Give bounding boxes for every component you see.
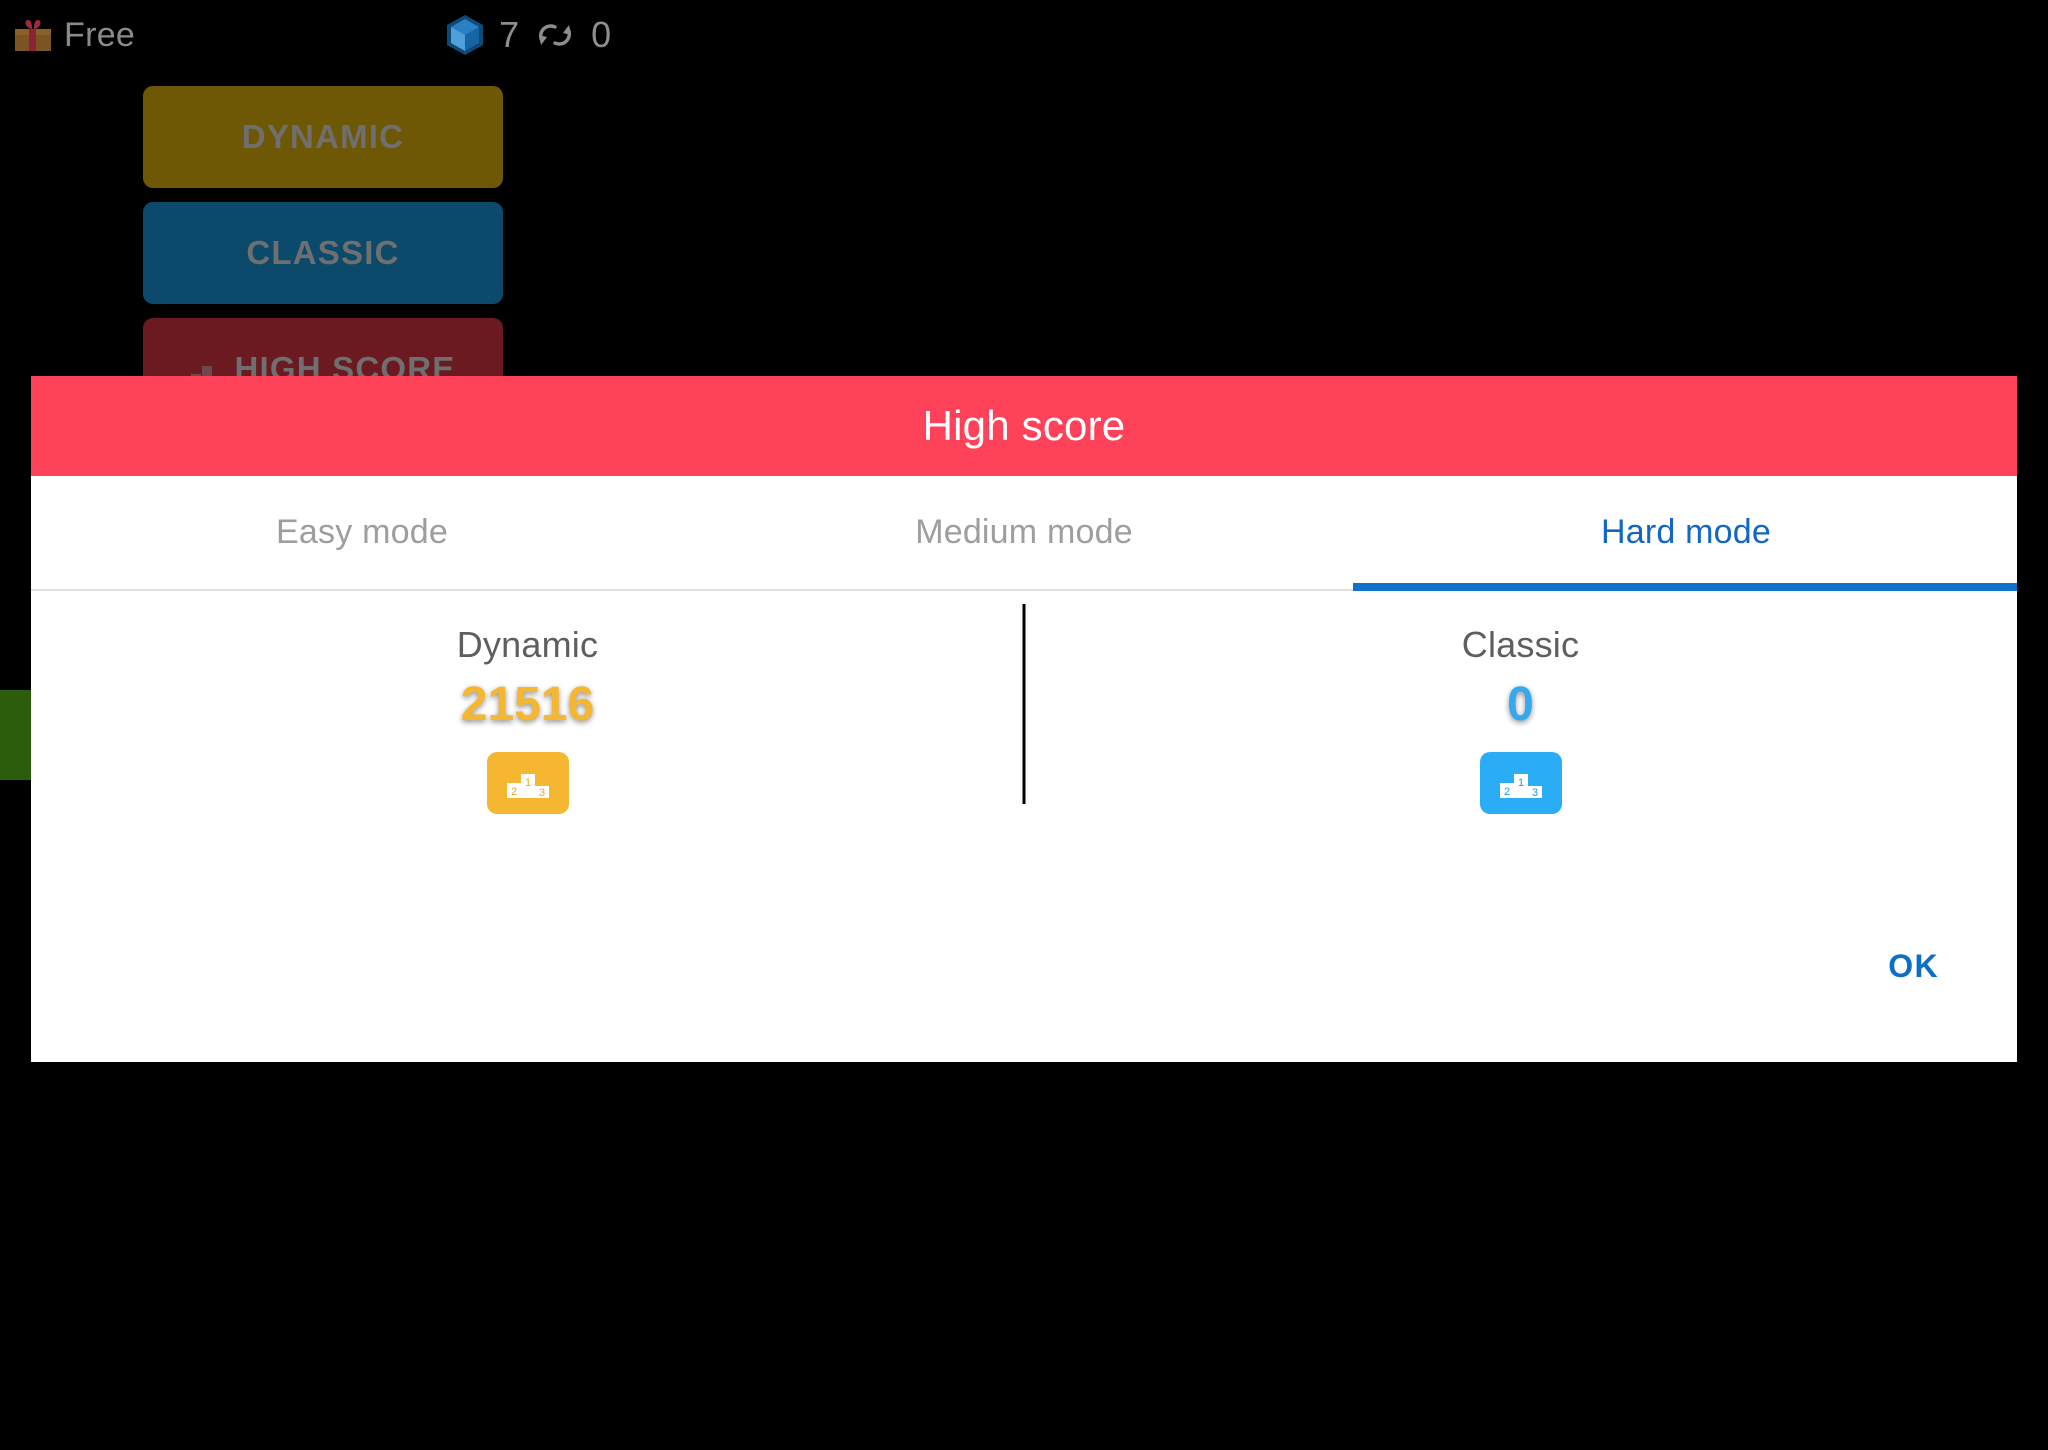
dynamic-button[interactable]: DYNAMIC <box>143 86 503 188</box>
tab-medium-mode[interactable]: Medium mode <box>693 476 1355 589</box>
app-root: Free 7 0 DYNAMIC CLASSIC HIGH SCORE High… <box>0 0 2048 1450</box>
podium-icon: 2 1 3 <box>1498 766 1544 800</box>
podium-icon: 2 1 3 <box>505 766 551 800</box>
svg-text:2: 2 <box>510 786 516 798</box>
sync-count: 0 <box>591 14 612 55</box>
classic-score-label: Classic <box>1461 624 1580 665</box>
gift-icon <box>14 18 52 52</box>
active-tab-indicator <box>1353 583 2017 591</box>
svg-text:1: 1 <box>524 777 530 789</box>
classic-leaderboard-button[interactable]: 2 1 3 <box>1479 752 1562 814</box>
classic-score-value: 0 <box>1507 678 1534 731</box>
score-panel: Dynamic 21516 2 1 3 Classic 0 2 1 3 <box>31 591 2017 921</box>
tab-hard-mode[interactable]: Hard mode <box>1355 476 2017 589</box>
dynamic-score-value: 21516 <box>460 678 595 731</box>
dialog-actions: OK <box>31 921 2017 1011</box>
sync-refresh-icon <box>533 15 577 55</box>
classic-button[interactable]: CLASSIC <box>143 202 503 304</box>
gem-icon <box>445 14 485 56</box>
svg-text:3: 3 <box>538 787 544 799</box>
ok-button[interactable]: OK <box>1888 948 1939 985</box>
currency-area: 7 0 <box>445 14 611 56</box>
dialog-title: High score <box>922 402 1126 449</box>
column-divider <box>1022 604 1026 804</box>
free-label: Free <box>64 15 136 54</box>
gem-count: 7 <box>499 14 520 55</box>
score-column-classic: Classic 0 2 1 3 <box>1024 591 2017 921</box>
svg-text:3: 3 <box>1531 787 1537 799</box>
tab-easy-mode-label: Easy mode <box>276 513 448 551</box>
tab-medium-mode-label: Medium mode <box>915 513 1133 551</box>
high-score-dialog: High score Easy mode Medium mode Hard mo… <box>31 376 2017 1062</box>
classic-button-label: CLASSIC <box>246 234 400 271</box>
mode-tabs: Easy mode Medium mode Hard mode <box>31 476 2017 591</box>
dialog-header: High score <box>31 376 2017 476</box>
tab-easy-mode[interactable]: Easy mode <box>31 476 693 589</box>
tab-hard-mode-label: Hard mode <box>1601 513 1771 551</box>
dynamic-button-label: DYNAMIC <box>241 118 405 155</box>
dynamic-score-label: Dynamic <box>456 624 599 665</box>
dynamic-leaderboard-button[interactable]: 2 1 3 <box>486 752 569 814</box>
score-column-dynamic: Dynamic 21516 2 1 3 <box>31 591 1024 921</box>
svg-text:1: 1 <box>1517 777 1523 789</box>
free-gift-area[interactable]: Free <box>14 16 135 55</box>
svg-text:2: 2 <box>1503 786 1509 798</box>
game-topbar: Free 7 0 <box>0 0 2048 70</box>
